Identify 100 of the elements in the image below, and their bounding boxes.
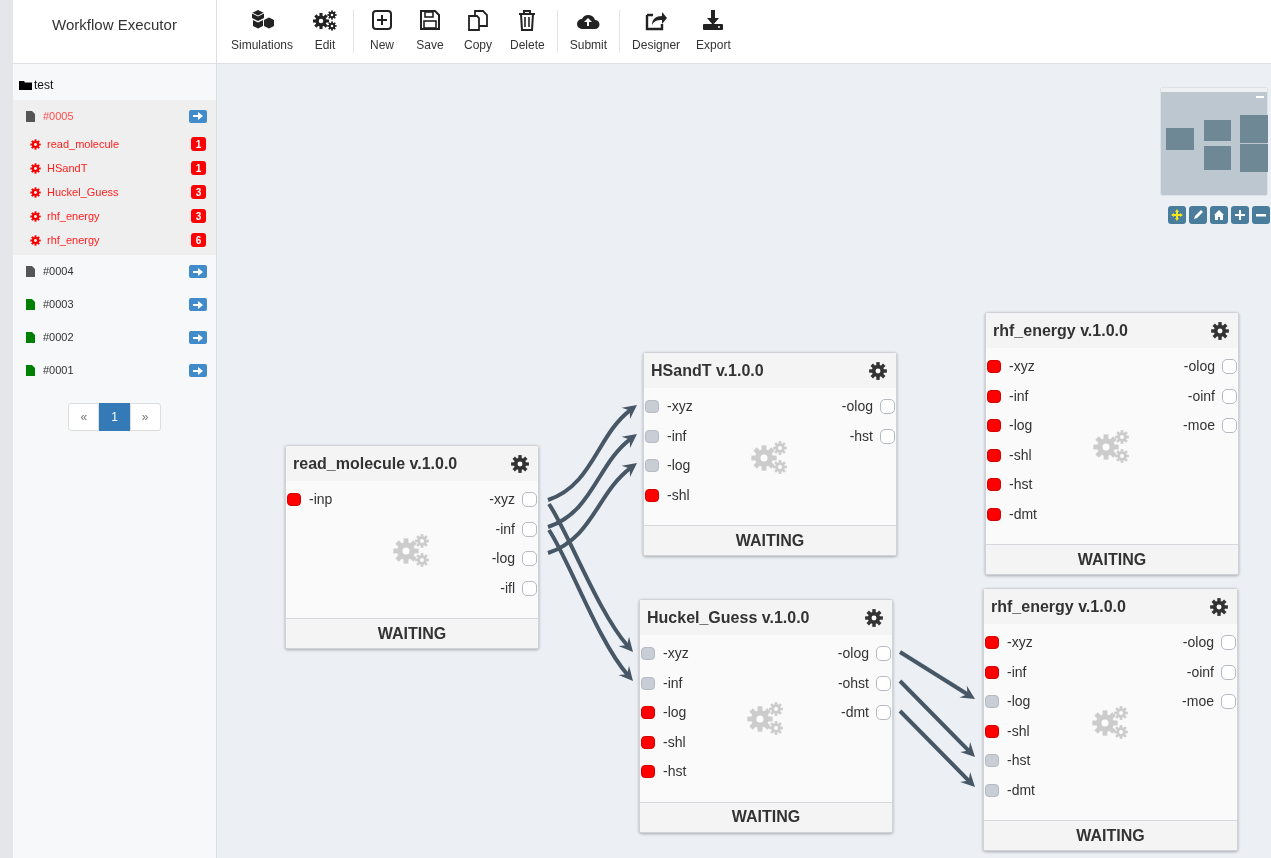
input-port[interactable] (987, 389, 1001, 403)
output-port[interactable] (1222, 359, 1237, 375)
toolbar-button[interactable]: Export (692, 6, 735, 57)
open-button[interactable] (189, 265, 207, 278)
gears-icon (1093, 428, 1131, 464)
input-port[interactable] (985, 665, 999, 679)
output-port[interactable] (1221, 635, 1236, 651)
node-status: WAITING (1076, 825, 1145, 846)
input-port[interactable] (645, 400, 659, 414)
simulation-item[interactable]: #0004 (13, 255, 216, 288)
input-port[interactable] (645, 459, 659, 473)
input-port[interactable] (987, 448, 1001, 462)
port-label: -inf (1007, 662, 1027, 682)
open-button[interactable] (189, 331, 207, 344)
input-port[interactable] (287, 493, 301, 507)
input-port[interactable] (985, 636, 999, 650)
count-badge: 3 (191, 209, 206, 223)
toolbar-button[interactable]: Submit (565, 6, 612, 57)
open-button[interactable] (189, 364, 207, 377)
page-button[interactable]: 1 (99, 403, 130, 431)
input-port[interactable] (985, 724, 999, 738)
port-label: -olog (837, 644, 869, 664)
output-port[interactable] (876, 705, 891, 721)
count-badge: 3 (191, 185, 206, 199)
port-label: -dmt (1007, 780, 1035, 800)
output-port[interactable] (522, 492, 537, 508)
gears-icon (313, 9, 338, 31)
output-port[interactable] (876, 646, 891, 662)
settings-button[interactable] (1209, 596, 1229, 617)
plus-square-icon (370, 9, 395, 31)
input-port[interactable] (987, 360, 1001, 374)
settings-button[interactable] (510, 453, 530, 474)
download-icon (701, 9, 726, 31)
task-item[interactable]: rhf_energy 3 (13, 204, 216, 228)
input-port[interactable] (987, 478, 1001, 492)
cubes-icon (250, 9, 274, 31)
toolbar-button[interactable]: Simulations (227, 6, 298, 57)
simulation-item[interactable]: #0003 (13, 288, 216, 321)
output-port[interactable] (522, 521, 537, 537)
settings-button[interactable] (1210, 320, 1230, 341)
input-port[interactable] (641, 735, 655, 749)
gear-icon (30, 186, 41, 198)
settings-button[interactable] (864, 607, 884, 628)
port-label: -inf (1009, 386, 1029, 406)
minus-button[interactable] (1252, 206, 1270, 224)
input-port[interactable] (987, 419, 1001, 433)
home-button[interactable] (1210, 206, 1228, 224)
input-port[interactable] (645, 429, 659, 443)
input-port[interactable] (985, 754, 999, 768)
page-button[interactable]: » (129, 403, 161, 431)
port-label: -hst (663, 762, 687, 782)
output-port[interactable] (1221, 664, 1236, 680)
simulation-item[interactable]: #0002 (13, 321, 216, 354)
port-label: -olog (841, 397, 873, 417)
toolbar-button[interactable]: New (362, 6, 403, 57)
input-port[interactable] (641, 765, 655, 779)
port-label: -shl (663, 732, 686, 752)
output-port[interactable] (1222, 418, 1237, 434)
open-button[interactable] (189, 109, 207, 123)
input-port[interactable] (641, 676, 655, 690)
port-label: -xyz (663, 644, 689, 664)
input-port[interactable] (641, 706, 655, 720)
toolbar-button[interactable]: Delete (506, 6, 549, 57)
settings-button[interactable] (868, 360, 888, 381)
input-port[interactable] (645, 488, 659, 502)
node-status: WAITING (731, 807, 801, 827)
output-port[interactable] (876, 675, 891, 691)
input-port[interactable] (987, 507, 1001, 521)
gears-icon (747, 700, 785, 737)
open-button[interactable] (189, 298, 207, 311)
port-label: -moe (1183, 416, 1215, 436)
output-port[interactable] (880, 399, 895, 415)
input-port[interactable] (641, 647, 655, 661)
pencil-button[interactable] (1189, 206, 1207, 224)
task-item[interactable]: Huckel_Guess 3 (13, 180, 216, 204)
output-port[interactable] (522, 551, 537, 567)
count-badge: 6 (191, 233, 206, 247)
output-port[interactable] (1221, 694, 1236, 710)
task-item[interactable]: HSandT 1 (13, 156, 216, 180)
gears-icon (393, 531, 431, 568)
port-label: -dmt (1009, 504, 1037, 524)
output-port[interactable] (880, 428, 895, 444)
input-port[interactable] (985, 783, 999, 797)
toolbar-button[interactable]: Copy (458, 6, 499, 57)
toolbar-button[interactable]: Edit (305, 6, 346, 57)
gear-icon (30, 234, 41, 246)
input-port[interactable] (985, 695, 999, 709)
task-item[interactable]: rhf_energy 6 (13, 228, 216, 252)
toolbar-button[interactable]: Save (410, 6, 451, 57)
page-button[interactable]: « (68, 403, 100, 431)
simulation-item[interactable]: #0001 (13, 354, 216, 387)
output-port[interactable] (522, 580, 537, 596)
toolbar-button[interactable]: Designer (628, 6, 685, 57)
task-item[interactable]: read_molecule 1 (13, 132, 216, 156)
copy-icon (466, 9, 491, 31)
move-button[interactable] (1168, 206, 1186, 224)
port-label: -oinf (1187, 386, 1215, 406)
output-port[interactable] (1222, 388, 1237, 404)
plus-button[interactable] (1231, 206, 1249, 224)
settings-icon (868, 360, 888, 381)
